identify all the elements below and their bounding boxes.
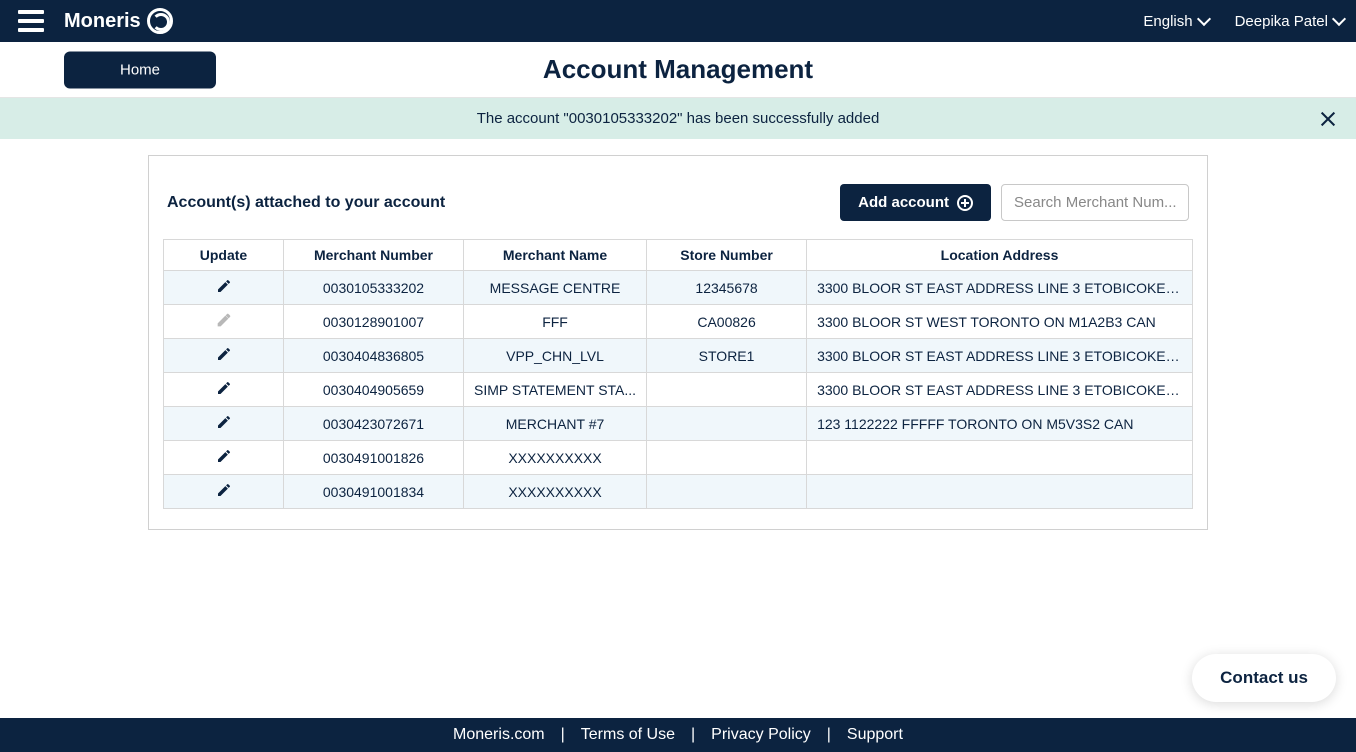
cell-location-address: 3300 BLOOR ST WEST TORONTO ON M1A2B3 CAN [807, 305, 1193, 339]
footer-link[interactable]: Support [831, 726, 919, 743]
cell-location-address: 3300 BLOOR ST EAST ADDRESS LINE 3 ETOBIC… [807, 339, 1193, 373]
cell-merchant-number: 0030423072671 [284, 407, 464, 441]
language-label: English [1143, 13, 1192, 30]
add-account-button[interactable]: Add account [840, 184, 991, 221]
plus-circle-icon [957, 195, 973, 211]
table-row: 0030404836805VPP_CHN_LVLSTORE13300 BLOOR… [164, 339, 1193, 373]
table-row: 0030491001834XXXXXXXXXX [164, 475, 1193, 509]
cell-store-number: STORE1 [647, 339, 807, 373]
cell-merchant-name: XXXXXXXXXX [464, 475, 647, 509]
menu-icon[interactable] [18, 10, 44, 32]
table-row: 0030105333202MESSAGE CENTRE123456783300 … [164, 271, 1193, 305]
account-card: Account(s) attached to your account Add … [148, 155, 1208, 530]
cell-store-number: CA00826 [647, 305, 807, 339]
cell-location-address: 3300 BLOOR ST EAST ADDRESS LINE 3 ETOBIC… [807, 373, 1193, 407]
table-row: 0030404905659SIMP STATEMENT STA... 3300 B… [164, 373, 1193, 407]
search-input[interactable] [1001, 184, 1189, 221]
cell-merchant-number: 0030491001834 [284, 475, 464, 509]
cell-merchant-number: 0030128901007 [284, 305, 464, 339]
success-alert: The account "0030105333202" has been suc… [0, 98, 1356, 139]
card-header: Account(s) attached to your account Add … [163, 184, 1193, 239]
header-left: Moneris [18, 8, 173, 34]
footer-link[interactable]: Privacy Policy [695, 726, 827, 743]
edit-icon[interactable] [216, 414, 232, 430]
sub-header: Home Account Management [0, 42, 1356, 98]
page-title: Account Management [543, 54, 813, 85]
edit-icon[interactable] [216, 380, 232, 396]
table-row: 0030423072671MERCHANT #7 123 1122222 FFFF… [164, 407, 1193, 441]
edit-icon[interactable] [216, 482, 232, 498]
cell-location-address: 3300 BLOOR ST EAST ADDRESS LINE 3 ETOBIC… [807, 271, 1193, 305]
cell-location-address: 123 1122222 FFFFF TORONTO ON M5V3S2 CAN [807, 407, 1193, 441]
cell-store-number [647, 373, 807, 407]
user-menu[interactable]: Deepika Patel [1235, 13, 1344, 30]
accounts-table: Update Merchant Number Merchant Name Sto… [163, 239, 1193, 509]
cell-merchant-name: MERCHANT #7 [464, 407, 647, 441]
add-account-label: Add account [858, 194, 949, 211]
th-location-address: Location Address [807, 240, 1193, 271]
cell-merchant-number: 0030105333202 [284, 271, 464, 305]
close-icon[interactable] [1318, 109, 1338, 129]
th-merchant-number: Merchant Number [284, 240, 464, 271]
footer: Moneris.com|Terms of Use|Privacy Policy|… [0, 718, 1356, 752]
section-title: Account(s) attached to your account [167, 194, 445, 212]
edit-icon[interactable] [216, 346, 232, 362]
home-button[interactable]: Home [64, 51, 216, 88]
footer-link[interactable]: Moneris.com [437, 726, 561, 743]
cell-merchant-number: 0030491001826 [284, 441, 464, 475]
main-content: Account(s) attached to your account Add … [0, 139, 1356, 718]
edit-icon[interactable] [216, 448, 232, 464]
cell-merchant-name: MESSAGE CENTRE [464, 271, 647, 305]
card-actions: Add account [840, 184, 1189, 221]
language-selector[interactable]: English [1143, 13, 1208, 30]
brand-mark-icon [147, 8, 173, 34]
user-name: Deepika Patel [1235, 13, 1328, 30]
header-right: English Deepika Patel [1143, 13, 1344, 30]
cell-merchant-name: FFF [464, 305, 647, 339]
cell-merchant-name: SIMP STATEMENT STA... [464, 373, 647, 407]
table-row: 0030491001826XXXXXXXXXX [164, 441, 1193, 475]
chevron-down-icon [1332, 12, 1346, 26]
table-row: 0030128901007FFFCA008263300 BLOOR ST WES… [164, 305, 1193, 339]
alert-message: The account "0030105333202" has been suc… [477, 110, 880, 127]
contact-us-button[interactable]: Contact us [1192, 654, 1336, 702]
th-merchant-name: Merchant Name [464, 240, 647, 271]
edit-icon [216, 312, 232, 328]
cell-store-number [647, 475, 807, 509]
brand-name: Moneris [64, 10, 141, 33]
cell-merchant-number: 0030404836805 [284, 339, 464, 373]
brand-logo[interactable]: Moneris [64, 8, 173, 34]
cell-store-number: 12345678 [647, 271, 807, 305]
cell-merchant-number: 0030404905659 [284, 373, 464, 407]
cell-location-address [807, 441, 1193, 475]
cell-merchant-name: XXXXXXXXXX [464, 441, 647, 475]
th-update: Update [164, 240, 284, 271]
top-header: Moneris English Deepika Patel [0, 0, 1356, 42]
cell-store-number [647, 441, 807, 475]
cell-location-address [807, 475, 1193, 509]
cell-merchant-name: VPP_CHN_LVL [464, 339, 647, 373]
chevron-down-icon [1197, 12, 1211, 26]
cell-store-number [647, 407, 807, 441]
th-store-number: Store Number [647, 240, 807, 271]
edit-icon[interactable] [216, 278, 232, 294]
footer-link[interactable]: Terms of Use [565, 726, 691, 743]
